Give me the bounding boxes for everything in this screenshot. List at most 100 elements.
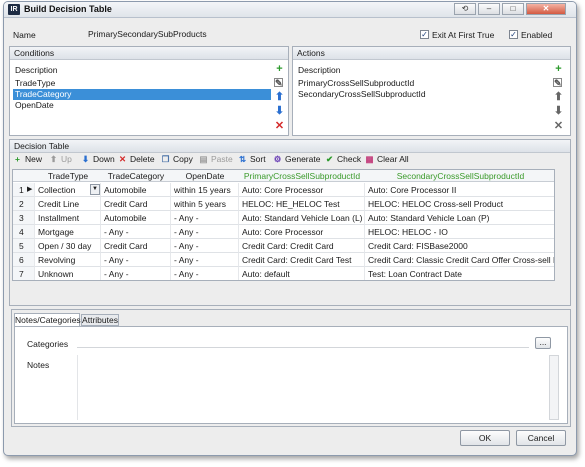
cell-opendate[interactable]: - Any - — [171, 239, 239, 253]
cell-primary[interactable]: Credit Card: Credit Card — [239, 239, 365, 253]
cell-tradetype[interactable]: Installment — [35, 211, 101, 225]
sort-icon: ⇅ — [238, 154, 247, 164]
enabled-label: Enabled — [521, 30, 553, 40]
delete-condition-icon[interactable]: ✕ — [274, 121, 285, 132]
name-field[interactable]: PrimarySecondarySubProducts — [84, 27, 219, 41]
check-icon: ✔ — [325, 154, 334, 164]
decision-grid: TradeType TradeCategory OpenDate Primary… — [12, 169, 555, 281]
cell-primary[interactable]: HELOC: HE_HELOC Test — [239, 197, 365, 211]
paste-button[interactable]: ▤ Paste — [198, 152, 232, 166]
add-action-icon[interactable]: + — [553, 64, 564, 75]
cell-tradecategory[interactable]: - Any - — [101, 225, 171, 239]
tab-attributes[interactable]: Attributes — [81, 314, 119, 326]
cell-tradecategory[interactable]: - Any - — [101, 253, 171, 267]
cell-primary[interactable]: Auto: default — [239, 267, 365, 280]
paste-icon: ▤ — [199, 154, 208, 164]
down-button[interactable]: ⬇ Down — [80, 152, 115, 166]
generate-button[interactable]: ⚙ Generate — [272, 152, 321, 166]
edit-action-icon[interactable]: ✎ — [553, 78, 562, 88]
cell-tradecategory[interactable]: Credit Card — [101, 239, 171, 253]
enabled-checkbox[interactable]: ✓ — [509, 30, 518, 39]
cell-secondary[interactable]: Credit Card: Classic Credit Card Offer C… — [365, 253, 554, 267]
cell-secondary[interactable]: Test: Loan Contract Date — [365, 267, 554, 280]
conditions-column-header: Description — [15, 65, 58, 75]
cell-secondary[interactable]: Auto: Standard Vehicle Loan (P) — [365, 211, 554, 225]
restore-icon[interactable]: ⟲ — [454, 3, 476, 15]
move-up-condition-icon[interactable]: ⬆ — [274, 92, 285, 103]
check-button[interactable]: ✔ Check — [324, 152, 361, 166]
name-label: Name — [13, 30, 36, 40]
row-number: 3 — [13, 211, 35, 225]
minimize-button[interactable]: – — [478, 3, 500, 15]
row-number: 6 — [13, 253, 35, 267]
column-header-secondary[interactable]: SecondaryCrossSellSubproductId — [365, 170, 554, 182]
cell-secondary[interactable]: Auto: Core Processor II — [365, 183, 554, 197]
copy-icon: ❐ — [161, 154, 170, 164]
exit-at-first-true-checkbox[interactable]: ✓ — [420, 30, 429, 39]
delete-button[interactable]: ✕ Delete — [117, 152, 155, 166]
notes-scrollbar[interactable] — [549, 355, 559, 420]
action-item-secondary[interactable]: SecondaryCrossSellSubproductId — [296, 89, 426, 100]
cell-opendate[interactable]: within 15 years — [171, 183, 239, 197]
exit-at-first-true-label: Exit At First True — [432, 30, 495, 40]
column-header-primary[interactable]: PrimaryCrossSellSubproductId — [239, 170, 365, 182]
cell-opendate[interactable]: - Any - — [171, 211, 239, 225]
column-header-tradecategory[interactable]: TradeCategory — [101, 170, 171, 182]
actions-column-header: Description — [298, 65, 341, 75]
cell-opendate[interactable]: - Any - — [171, 225, 239, 239]
move-up-action-icon[interactable]: ⬆ — [553, 92, 564, 103]
cell-secondary[interactable]: HELOC: HELOC Cross-sell Product — [365, 197, 554, 211]
cell-tradetype[interactable]: Unknown — [35, 267, 101, 280]
cell-tradetype[interactable]: Open / 30 day — [35, 239, 101, 253]
cell-opendate[interactable]: - Any - — [171, 253, 239, 267]
maximize-button[interactable]: □ — [502, 3, 524, 15]
arrow-up-icon: ⬆ — [49, 154, 58, 164]
close-button[interactable]: ✕ — [526, 3, 566, 15]
copy-button[interactable]: ❐ Copy — [160, 152, 193, 166]
cell-opendate[interactable]: within 5 years — [171, 197, 239, 211]
move-down-condition-icon[interactable]: ⬇ — [274, 106, 285, 117]
row-number: 4 — [13, 225, 35, 239]
cell-tradecategory[interactable]: Credit Card — [101, 197, 171, 211]
tradetype-dropdown-icon[interactable]: ▼ — [90, 184, 100, 195]
categories-field[interactable] — [77, 347, 529, 348]
cell-tradetype[interactable]: Mortgage — [35, 225, 101, 239]
cell-tradetype[interactable]: Revolving — [35, 253, 101, 267]
condition-item-opendate[interactable]: OpenDate — [13, 100, 271, 111]
tab-notes-categories[interactable]: Notes/Categories — [14, 313, 81, 326]
window-title: Build Decision Table — [24, 4, 112, 14]
row-number: 5 — [13, 239, 35, 253]
cell-primary[interactable]: Auto: Core Processor — [239, 225, 365, 239]
delete-action-icon[interactable]: ✕ — [553, 121, 564, 132]
cell-opendate[interactable]: - Any - — [171, 267, 239, 280]
action-item-primary[interactable]: PrimaryCrossSellSubproductId — [296, 78, 414, 89]
cell-primary[interactable]: Auto: Standard Vehicle Loan (L) — [239, 211, 365, 225]
up-button[interactable]: ⬆ Up — [48, 152, 72, 166]
cell-tradecategory[interactable]: Automobile — [101, 183, 171, 197]
ok-button[interactable]: OK — [460, 430, 510, 446]
add-condition-icon[interactable]: + — [274, 64, 285, 75]
categories-browse-button[interactable]: ... — [535, 337, 551, 349]
edit-condition-icon[interactable]: ✎ — [274, 78, 283, 88]
cell-secondary[interactable]: Credit Card: FISBase2000 — [365, 239, 554, 253]
condition-item-tradetype[interactable]: TradeType — [13, 78, 271, 89]
row-number: 2 — [13, 197, 35, 211]
title-bar: IR Build Decision Table ⟲ – □ ✕ — [4, 2, 576, 18]
column-header-opendate[interactable]: OpenDate — [171, 170, 239, 182]
cell-primary[interactable]: Auto: Core Processor — [239, 183, 365, 197]
cancel-button[interactable]: Cancel — [516, 430, 566, 446]
cell-tradetype[interactable]: Credit Line — [35, 197, 101, 211]
cell-secondary[interactable]: HELOC: HELOC - IO — [365, 225, 554, 239]
sort-button[interactable]: ⇅ Sort — [237, 152, 266, 166]
plus-icon: + — [15, 154, 20, 164]
column-header-tradetype[interactable]: TradeType — [35, 170, 101, 182]
cell-primary[interactable]: Credit Card: Credit Card Test — [239, 253, 365, 267]
notes-tab-content: Categories ... Notes — [14, 326, 568, 424]
new-button[interactable]: + New — [12, 152, 42, 166]
clear-all-button[interactable]: ▦ Clear All — [364, 152, 408, 166]
cell-tradecategory[interactable]: Automobile — [101, 211, 171, 225]
cell-tradecategory[interactable]: - Any - — [101, 267, 171, 280]
notes-textarea[interactable] — [77, 355, 547, 420]
condition-item-tradecategory[interactable]: TradeCategory — [13, 89, 271, 100]
move-down-action-icon[interactable]: ⬇ — [553, 106, 564, 117]
